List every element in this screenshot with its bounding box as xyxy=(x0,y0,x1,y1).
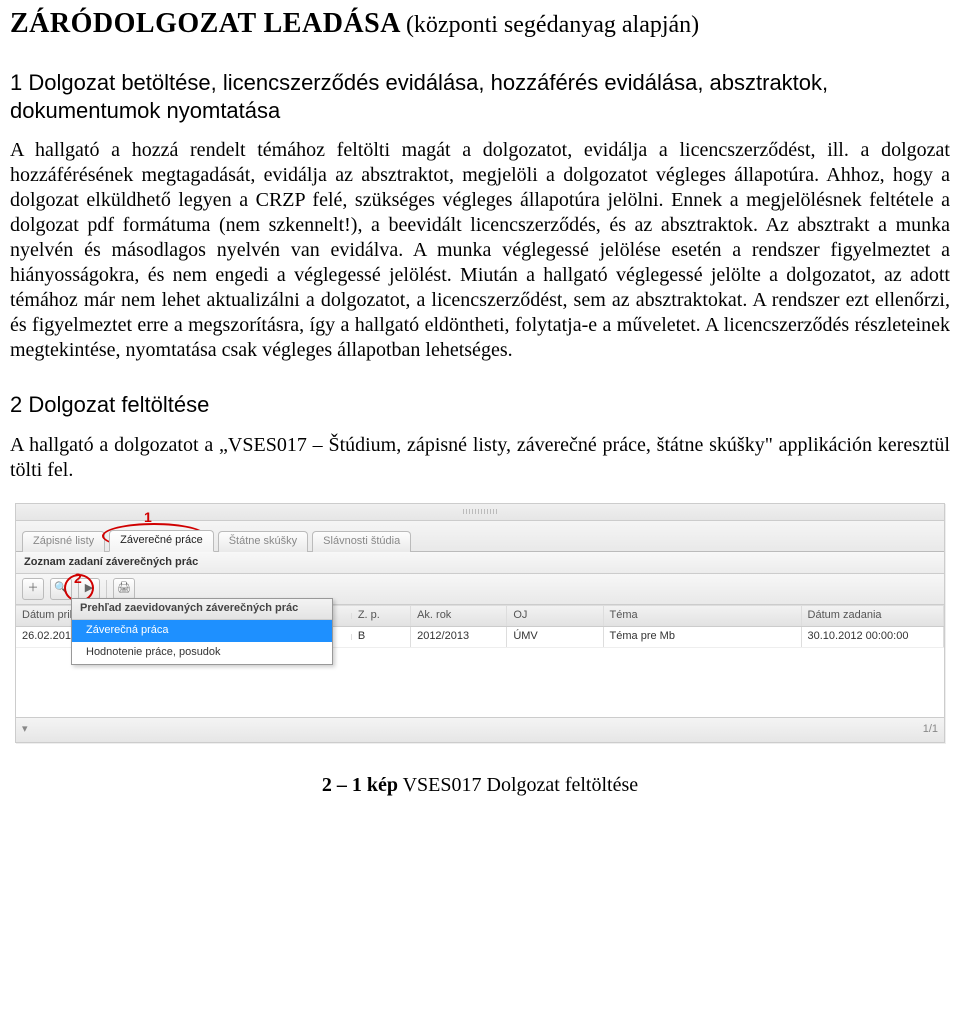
magnifier-icon: 🔍 xyxy=(54,582,68,596)
cell-zp: B xyxy=(352,627,411,647)
caption-num: 2 – 1 kép xyxy=(322,774,398,796)
window-top-strip xyxy=(16,504,944,521)
title-paren: (központi segédanyag alapján) xyxy=(406,12,699,38)
toolbar-zoom-button[interactable]: 🔍 xyxy=(50,578,72,600)
ui-screenshot: Zápisné listy Záverečné práce Štátne skú… xyxy=(15,503,945,744)
heading-1-text: Dolgozat betöltése, licencszerződés evid… xyxy=(10,70,828,123)
caption-text: VSES017 Dolgozat feltöltése xyxy=(403,774,639,796)
heading-1-num: 1 xyxy=(10,70,22,95)
heading-section-2: 2 Dolgozat feltöltése xyxy=(10,391,950,419)
heading-2-text: Dolgozat feltöltése xyxy=(28,392,209,417)
title-main: ZÁRÓDOLGOZAT LEADÁSA xyxy=(10,8,401,39)
paragraph-1: A hallgató a hozzá rendelt témához feltö… xyxy=(10,138,950,363)
tabs-row: Zápisné listy Záverečné práce Štátne skú… xyxy=(16,521,944,552)
grip-icon xyxy=(463,509,497,514)
cell-oj: ÚMV xyxy=(507,627,603,647)
plus-icon: ＋ xyxy=(28,582,39,596)
tab-slavnosti-studia[interactable]: Slávnosti štúdia xyxy=(312,531,411,552)
col-oj[interactable]: OJ xyxy=(507,606,603,626)
dropdown-item-hodnotenie[interactable]: Hodnotenie práce, posudok xyxy=(72,642,332,664)
dropdown-header: Prehľad zaevidovaných záverečných prác xyxy=(72,599,332,620)
toolbar: ＋ 🔍 ▶ 🖨 2 Prehľad zaevidovaných záverečn… xyxy=(16,574,944,605)
dropdown-item-zaverecna-praca[interactable]: Záverečná práca xyxy=(72,620,332,642)
toolbar-run-button[interactable]: ▶ xyxy=(78,578,100,600)
figure-caption: 2 – 1 kép VSES017 Dolgozat feltöltése xyxy=(10,773,950,798)
col-zp[interactable]: Z. p. xyxy=(352,606,411,626)
heading-section-1: 1 Dolgozat betöltése, licencszerződés ev… xyxy=(10,69,950,124)
tab-zapisne-listy[interactable]: Zápisné listy xyxy=(22,531,105,552)
play-icon: ▶ xyxy=(85,582,93,596)
tab-zaverecne-prace[interactable]: Záverečné práce xyxy=(109,530,214,552)
heading-2-num: 2 xyxy=(10,392,22,417)
cell-datum-zadania: 30.10.2012 00:00:00 xyxy=(802,627,944,647)
section-title: Zoznam zadaní záverečných prác xyxy=(16,552,944,575)
footer-count: 1/1 xyxy=(923,723,938,737)
footer-left-icon: ▾ xyxy=(22,723,28,737)
grid-footer: ▾ 1/1 xyxy=(16,717,944,742)
toolbar-add-button[interactable]: ＋ xyxy=(22,578,44,600)
context-dropdown: Prehľad zaevidovaných záverečných prác Z… xyxy=(71,598,333,664)
col-datum-zadania[interactable]: Dátum zadania xyxy=(802,606,944,626)
col-tema[interactable]: Téma xyxy=(604,606,802,626)
cell-tema: Téma pre Mb xyxy=(604,627,802,647)
col-ak-rok[interactable]: Ak. rok xyxy=(411,606,507,626)
tab-statne-skusky[interactable]: Štátne skúšky xyxy=(218,531,308,552)
printer-icon: 🖨 xyxy=(117,582,131,596)
paragraph-2: A hallgató a dolgozatot a „VSES017 – Štú… xyxy=(10,433,950,483)
toolbar-separator xyxy=(106,580,107,598)
page-title: ZÁRÓDOLGOZAT LEADÁSA (központi segédanya… xyxy=(10,6,950,41)
cell-ak-rok: 2012/2013 xyxy=(411,627,507,647)
toolbar-print-button[interactable]: 🖨 xyxy=(113,578,135,600)
